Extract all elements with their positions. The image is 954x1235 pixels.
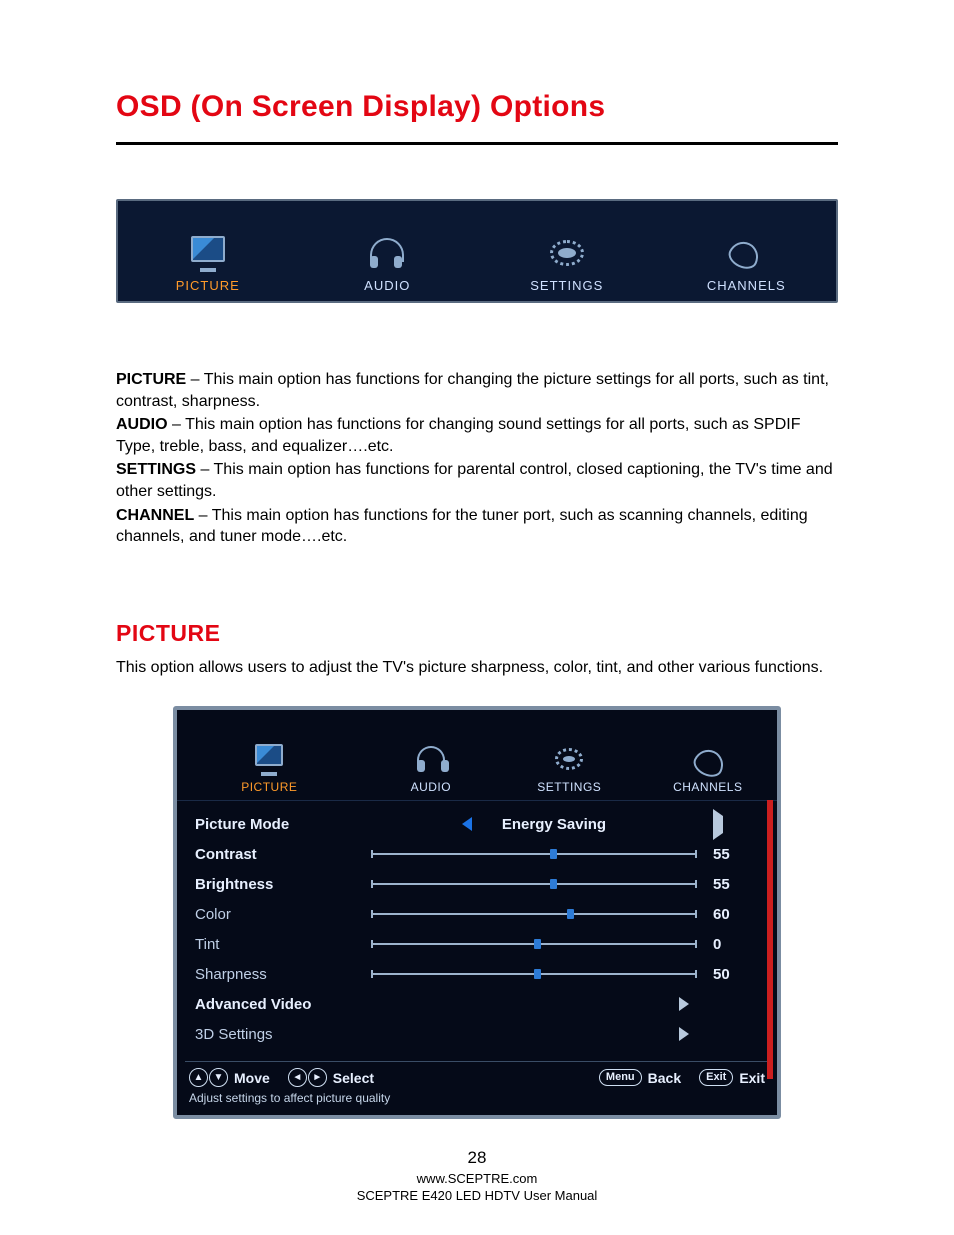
left-key-icon: ◄	[288, 1068, 307, 1087]
osd-top-bar: PICTURE AUDIO SETTINGS CHANNELS	[116, 199, 838, 303]
color-label: Color	[195, 906, 365, 923]
panel-tabs: PICTURE AUDIO SETTINGS CHANNELS	[177, 710, 777, 801]
sharpness-value: 50	[703, 966, 759, 983]
row-sharpness: Sharpness 50	[195, 959, 759, 989]
advanced-video-label: Advanced Video	[195, 996, 365, 1013]
brightness-value: 55	[703, 876, 759, 893]
picture-mode-value: Energy Saving	[502, 816, 606, 833]
panel-tab-audio: AUDIO	[362, 710, 500, 800]
osd-tab-audio: AUDIO	[298, 201, 478, 301]
sharpness-slider	[371, 973, 697, 975]
tint-slider	[371, 943, 697, 945]
nav-back-label: Back	[648, 1070, 681, 1086]
contrast-label: Contrast	[195, 846, 365, 863]
headphones-icon	[411, 742, 451, 776]
nav-select: ◄► Select	[288, 1068, 374, 1087]
desc-channel-text: – This main option has functions for the…	[116, 507, 808, 546]
picture-mode-label: Picture Mode	[195, 816, 365, 833]
page-number: 28	[0, 1147, 954, 1170]
panel-hint: Adjust settings to affect picture qualit…	[177, 1089, 777, 1113]
brightness-slider	[371, 883, 697, 885]
brightness-label: Brightness	[195, 876, 365, 893]
down-key-icon: ▼	[209, 1068, 228, 1087]
desc-picture-label: PICTURE	[116, 371, 186, 388]
panel-tab-channels-label: CHANNELS	[673, 780, 742, 794]
section-intro: This option allows users to adjust the T…	[116, 657, 838, 679]
sharpness-label: Sharpness	[195, 966, 365, 983]
footer-manual: SCEPTRE E420 LED HDTV User Manual	[0, 1187, 954, 1205]
option-descriptions: PICTURE – This main option has functions…	[116, 369, 838, 548]
up-key-icon: ▲	[189, 1068, 208, 1087]
right-arrow-icon	[713, 809, 723, 840]
row-3d-settings: 3D Settings	[195, 1019, 759, 1049]
monitor-icon	[185, 234, 231, 272]
row-advanced-video: Advanced Video	[195, 989, 759, 1019]
nav-exit: Exit Exit	[699, 1069, 765, 1086]
panel-tab-settings: SETTINGS	[500, 710, 638, 800]
page-title: OSD (On Screen Display) Options	[116, 90, 838, 124]
desc-picture-text: – This main option has functions for cha…	[116, 371, 829, 410]
contrast-slider	[371, 853, 697, 855]
right-arrow-icon	[679, 1027, 689, 1041]
row-brightness: Brightness 55	[195, 869, 759, 899]
menu-key-icon: Menu	[599, 1069, 642, 1086]
osd-tab-channels-label: CHANNELS	[707, 278, 786, 293]
desc-audio-label: AUDIO	[116, 416, 168, 433]
panel-tab-settings-label: SETTINGS	[537, 780, 601, 794]
row-contrast: Contrast 55	[195, 839, 759, 869]
panel-navbar: ▲▼ Move ◄► Select Menu Back Exit Exit	[185, 1061, 769, 1089]
osd-tab-settings: SETTINGS	[477, 201, 657, 301]
3d-settings-label: 3D Settings	[195, 1026, 365, 1043]
headphones-icon	[364, 234, 410, 272]
tint-value: 0	[703, 936, 759, 953]
panel-tab-audio-label: AUDIO	[411, 780, 452, 794]
nav-exit-label: Exit	[739, 1070, 765, 1086]
desc-audio-text: – This main option has functions for cha…	[116, 416, 801, 455]
osd-tab-settings-label: SETTINGS	[530, 278, 603, 293]
desc-channel-label: CHANNEL	[116, 507, 194, 524]
footer-url: www.SCEPTRE.com	[0, 1170, 954, 1188]
osd-tab-picture-label: PICTURE	[176, 278, 240, 293]
desc-settings-text: – This main option has functions for par…	[116, 461, 833, 500]
page-footer: 28 www.SCEPTRE.com SCEPTRE E420 LED HDTV…	[0, 1147, 954, 1205]
nav-move-label: Move	[234, 1070, 270, 1086]
exit-key-icon: Exit	[699, 1069, 733, 1086]
osd-picture-panel: PICTURE AUDIO SETTINGS CHANNELS Picture …	[173, 706, 781, 1119]
contrast-value: 55	[703, 846, 759, 863]
nav-move: ▲▼ Move	[189, 1068, 270, 1087]
tint-label: Tint	[195, 936, 365, 953]
row-color: Color 60	[195, 899, 759, 929]
color-value: 60	[703, 906, 759, 923]
row-tint: Tint 0	[195, 929, 759, 959]
desc-settings-label: SETTINGS	[116, 461, 196, 478]
nav-select-label: Select	[333, 1070, 374, 1086]
panel-tab-channels: CHANNELS	[639, 710, 777, 800]
section-heading-picture: PICTURE	[116, 620, 838, 647]
right-key-icon: ►	[308, 1068, 327, 1087]
monitor-icon	[249, 742, 289, 776]
left-arrow-icon	[462, 817, 472, 831]
satellite-dish-icon	[723, 234, 769, 272]
panel-tab-picture: PICTURE	[177, 710, 362, 800]
gear-icon	[544, 234, 590, 272]
gear-icon	[549, 742, 589, 776]
color-slider	[371, 913, 697, 915]
osd-tab-audio-label: AUDIO	[364, 278, 410, 293]
osd-tab-channels: CHANNELS	[657, 201, 837, 301]
osd-tab-picture: PICTURE	[118, 201, 298, 301]
nav-back: Menu Back	[599, 1069, 681, 1086]
satellite-dish-icon	[688, 742, 728, 776]
panel-tab-picture-label: PICTURE	[241, 780, 297, 794]
right-arrow-icon	[679, 997, 689, 1011]
row-picture-mode: Picture Mode Energy Saving	[195, 809, 759, 839]
title-rule	[116, 142, 838, 145]
